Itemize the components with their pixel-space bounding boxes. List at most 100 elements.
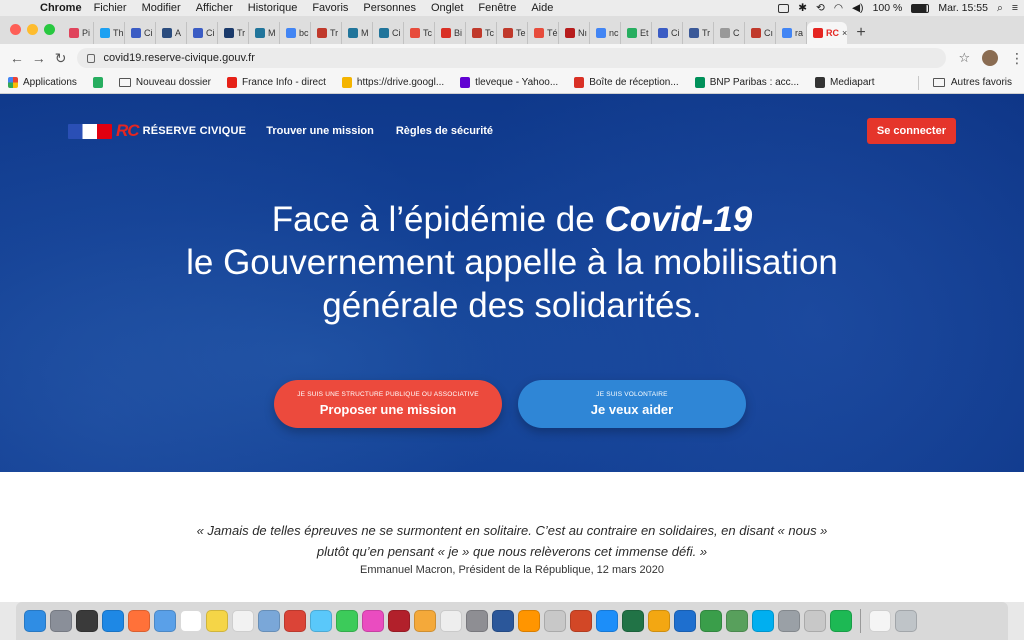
browser-tab[interactable]: Cı xyxy=(745,22,776,44)
browser-tab[interactable]: Tc xyxy=(466,22,497,44)
facetime-icon[interactable] xyxy=(336,610,358,632)
other-bookmarks[interactable]: Autres favoris xyxy=(917,75,1012,90)
spotlight-icon[interactable]: ⌕ xyxy=(997,2,1003,15)
outlook-icon[interactable] xyxy=(648,610,670,632)
forward-arrow-icon[interactable]: → xyxy=(28,50,50,66)
browser-tab[interactable]: Ci xyxy=(373,22,404,44)
safari-icon[interactable] xyxy=(102,610,124,632)
browser-tab[interactable]: Té xyxy=(528,22,559,44)
volume-icon[interactable]: ◀) xyxy=(852,2,864,14)
volunteer-button[interactable]: Je suis volontaire Je veux aider xyxy=(518,380,746,428)
photo-booth-icon[interactable] xyxy=(388,610,410,632)
menu-fenetre[interactable]: Fenêtre xyxy=(478,2,516,14)
nav-trouver-mission[interactable]: Trouver une mission xyxy=(266,125,374,137)
bookmark-item[interactable]: Mediapart xyxy=(815,77,874,88)
spotify-icon[interactable] xyxy=(830,610,852,632)
bluetooth-icon[interactable]: ✱ xyxy=(798,2,807,14)
browser-tab[interactable]: Te xyxy=(497,22,528,44)
system-preferences-icon[interactable] xyxy=(466,610,488,632)
reserve-civique-logo[interactable]: RC RÉSERVE CIVIQUE xyxy=(68,121,246,141)
wifi-icon[interactable]: ◠ xyxy=(834,2,843,14)
notes-icon[interactable] xyxy=(206,610,228,632)
textedit-icon[interactable] xyxy=(440,610,462,632)
bookmark-item[interactable] xyxy=(92,77,103,88)
menu-afficher[interactable]: Afficher xyxy=(196,2,233,14)
preview-icon[interactable] xyxy=(258,610,280,632)
finder-icon[interactable] xyxy=(24,610,46,632)
connect-button[interactable]: Se connecter xyxy=(866,118,956,144)
browser-tab[interactable]: Pi xyxy=(63,22,94,44)
browser-tab[interactable]: Ci xyxy=(125,22,156,44)
bookmark-item[interactable]: France Info - direct xyxy=(226,77,326,88)
chrome-icon[interactable] xyxy=(284,610,306,632)
trash-icon[interactable] xyxy=(895,610,917,632)
bookmark-item[interactable]: Nouveau dossier xyxy=(118,77,211,88)
browser-tab[interactable]: Tc xyxy=(404,22,435,44)
bookmark-item[interactable]: Boîte de réception... xyxy=(574,77,679,88)
unknown-app-icon-2[interactable] xyxy=(804,610,826,632)
time-machine-icon[interactable]: ⟲ xyxy=(816,2,825,14)
menu-aide[interactable]: Aide xyxy=(531,2,553,14)
reload-icon[interactable]: ↻ xyxy=(50,50,72,67)
app-menu[interactable]: Chrome xyxy=(40,2,82,14)
document-icon[interactable] xyxy=(869,610,891,632)
battery-icon[interactable] xyxy=(911,3,930,13)
dropbox-icon[interactable] xyxy=(778,3,790,13)
browser-tab[interactable]: ra xyxy=(776,22,807,44)
notification-center-icon[interactable]: ≡ xyxy=(1012,2,1018,14)
browser-tab[interactable]: Et xyxy=(621,22,652,44)
address-bar[interactable]: covid19.reserve-civique.gouv.fr xyxy=(77,48,947,68)
menu-modifier[interactable]: Modifier xyxy=(142,2,181,14)
nav-regles-securite[interactable]: Règles de sécurité xyxy=(396,125,493,137)
profile-avatar[interactable] xyxy=(982,50,999,66)
browser-tab[interactable]: Tr xyxy=(218,22,249,44)
menu-onglet[interactable]: Onglet xyxy=(431,2,463,14)
word-icon[interactable] xyxy=(492,610,514,632)
satellite-icon[interactable] xyxy=(778,610,800,632)
menu-personnes[interactable]: Personnes xyxy=(363,2,416,14)
menu-fichier[interactable]: Fichier xyxy=(94,2,127,14)
browser-tab[interactable]: Tr xyxy=(683,22,714,44)
browser-tab[interactable]: nc xyxy=(590,22,621,44)
powerpoint-icon[interactable] xyxy=(570,610,592,632)
cyberduck-icon[interactable] xyxy=(674,610,696,632)
zoom-window-button[interactable] xyxy=(44,24,55,35)
browser-tab[interactable]: M xyxy=(249,22,280,44)
menu-favoris[interactable]: Favoris xyxy=(312,2,348,14)
unknown-app-icon[interactable] xyxy=(544,610,566,632)
close-window-button[interactable] xyxy=(10,24,21,35)
browser-tab[interactable]: Tr xyxy=(311,22,342,44)
browser-tab[interactable]: M xyxy=(342,22,373,44)
itunes-icon[interactable] xyxy=(362,610,384,632)
bookmark-star-icon[interactable]: ☆ xyxy=(958,50,970,66)
browser-tab[interactable]: Bi xyxy=(435,22,466,44)
contacts-icon[interactable] xyxy=(700,610,722,632)
books-icon[interactable] xyxy=(518,610,540,632)
launchpad-icon[interactable] xyxy=(50,610,72,632)
bookmark-item[interactable]: Applications xyxy=(8,77,77,88)
browser-tab[interactable]: Ci xyxy=(652,22,683,44)
menu-historique[interactable]: Historique xyxy=(248,2,298,14)
skype-icon[interactable] xyxy=(752,610,774,632)
browser-tab[interactable]: A xyxy=(156,22,187,44)
mail-icon[interactable] xyxy=(154,610,176,632)
new-tab-button[interactable]: + xyxy=(847,22,875,44)
app-store-icon[interactable] xyxy=(596,610,618,632)
browser-tab[interactable]: C xyxy=(714,22,745,44)
bookmark-item[interactable]: BNP Paribas : acc... xyxy=(694,77,799,88)
chrome-menu-icon[interactable]: ⋮ xyxy=(1010,50,1024,67)
globe-icon[interactable] xyxy=(726,610,748,632)
browser-tab[interactable]: Th xyxy=(94,22,125,44)
minimize-window-button[interactable] xyxy=(27,24,38,35)
bookmark-item[interactable]: https://drive.googl... xyxy=(341,77,444,88)
firefox-icon[interactable] xyxy=(128,610,150,632)
browser-tab[interactable]: Ci xyxy=(187,22,218,44)
photos-icon[interactable] xyxy=(414,610,436,632)
messages-icon[interactable] xyxy=(310,610,332,632)
tab-active[interactable]: RC × xyxy=(807,22,847,44)
bookmark-item[interactable]: tleveque - Yahoo... xyxy=(460,77,558,88)
propose-mission-button[interactable]: Je suis une structure publique ou associ… xyxy=(274,380,502,428)
browser-tab[interactable]: Nı xyxy=(559,22,590,44)
clock[interactable]: Mar. 15:55 xyxy=(938,2,988,14)
mission-control-icon[interactable] xyxy=(76,610,98,632)
